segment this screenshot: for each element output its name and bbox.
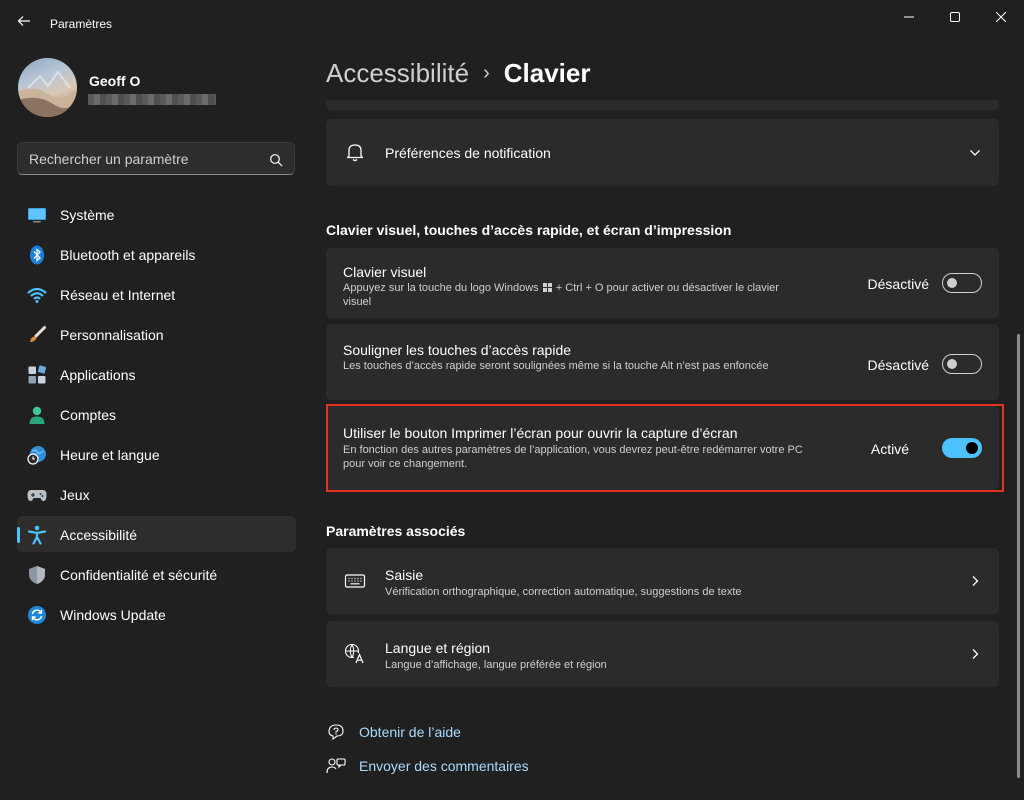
- sidebar-item-label: Réseau et Internet: [60, 287, 176, 303]
- related-title: Saisie: [385, 567, 424, 583]
- setting-imprimer-ecran: Utiliser le bouton Imprimer l’écran pour…: [326, 406, 999, 490]
- maximize-button[interactable]: [932, 6, 978, 28]
- related-description: Vérification orthographique, correction …: [385, 586, 742, 598]
- sidebar-item-label: Accessibilité: [60, 527, 138, 543]
- title-bar: Paramètres: [0, 0, 1024, 46]
- related-description: Langue d’affichage, langue préférée et r…: [385, 659, 607, 671]
- chevron-right-icon: [972, 649, 979, 659]
- sidebar-item-personnalisation[interactable]: Personnalisation: [17, 316, 296, 352]
- search-input[interactable]: [18, 143, 294, 174]
- sidebar-item-comptes[interactable]: Comptes: [17, 396, 296, 432]
- sidebar-item-accessibilite[interactable]: Accessibilité: [17, 516, 296, 552]
- sidebar-item-reseau[interactable]: Réseau et Internet: [17, 276, 296, 312]
- toggle-knob: [966, 442, 978, 454]
- globe-clock-icon: [27, 446, 46, 465]
- language-icon: [344, 643, 365, 664]
- setting-description: Les touches d’accès rapide seront soulig…: [343, 360, 769, 372]
- sidebar-item-label: Heure et langue: [60, 447, 160, 463]
- sidebar-item-label: Windows Update: [60, 607, 166, 623]
- sidebar-item-label: Jeux: [60, 487, 90, 503]
- setting-title: Souligner les touches d’accès rapide: [343, 342, 572, 358]
- breadcrumb: Accessibilité › Clavier: [326, 58, 590, 89]
- person-icon: [29, 406, 45, 424]
- toggle-knob: [947, 278, 957, 288]
- sidebar-item-systeme[interactable]: Système: [17, 196, 296, 232]
- chevron-right-icon: [972, 576, 979, 586]
- notification-preferences-card[interactable]: Préférences de notification: [326, 119, 999, 186]
- scrollbar[interactable]: [1017, 334, 1020, 778]
- apps-icon: [28, 365, 47, 384]
- profile-email-redacted: [88, 94, 216, 105]
- back-arrow-icon: [17, 16, 30, 26]
- sidebar-item-label: Système: [60, 207, 115, 223]
- clavier-visuel-toggle[interactable]: [942, 273, 982, 293]
- maximize-icon: [950, 12, 960, 22]
- sidebar-item-label: Applications: [60, 367, 136, 383]
- setting-description: Appuyez sur la touche du logo Windows + …: [343, 282, 779, 308]
- sidebar-item-heure-langue[interactable]: Heure et langue: [17, 436, 296, 472]
- related-saisie[interactable]: Saisie Vérification orthographique, corr…: [326, 548, 999, 614]
- sidebar-item-confidentialite[interactable]: Confidentialité et sécurité: [17, 556, 296, 592]
- avatar: [18, 58, 77, 117]
- paintbrush-icon: [30, 326, 46, 342]
- shield-icon: [29, 566, 45, 584]
- profile-name: Geoff O: [89, 73, 141, 89]
- breadcrumb-parent[interactable]: Accessibilité: [326, 58, 469, 88]
- help-link-label[interactable]: Obtenir de l’aide: [359, 724, 461, 740]
- sidebar-item-jeux[interactable]: Jeux: [17, 476, 296, 512]
- keyboard-icon: [344, 574, 366, 588]
- related-langue-region[interactable]: Langue et région Langue d’affichage, lan…: [326, 621, 999, 687]
- sidebar-nav: Système Bluetooth et appareils Réseau et…: [17, 196, 297, 636]
- search-icon[interactable]: [269, 153, 283, 167]
- feedback-link-label[interactable]: Envoyer des commentaires: [359, 758, 529, 774]
- app-title: Paramètres: [50, 17, 113, 31]
- setting-clavier-visuel: Clavier visuel Appuyez sur la touche du …: [326, 248, 999, 318]
- close-button[interactable]: [978, 6, 1024, 28]
- accessibility-icon: [27, 525, 47, 545]
- scrolled-card-edge: [326, 100, 999, 110]
- setting-title: Clavier visuel: [343, 264, 427, 280]
- help-icon: [328, 724, 344, 741]
- setting-title: Utiliser le bouton Imprimer l’écran pour…: [343, 425, 738, 441]
- sidebar-item-label: Confidentialité et sécurité: [60, 567, 218, 583]
- setting-description: En fonction des autres paramètres de l’a…: [343, 444, 803, 470]
- chevron-down-icon[interactable]: [968, 146, 982, 160]
- toggle-state-label: Désactivé: [867, 276, 929, 292]
- breadcrumb-separator: ›: [483, 62, 490, 84]
- bell-icon: [346, 144, 364, 162]
- toggle-state-label: Désactivé: [867, 357, 929, 373]
- sidebar-item-windows-update[interactable]: Windows Update: [17, 596, 296, 632]
- gamepad-icon: [27, 490, 47, 501]
- sidebar-item-applications[interactable]: Applications: [17, 356, 296, 392]
- search-box[interactable]: [17, 142, 295, 175]
- sidebar-item-bluetooth[interactable]: Bluetooth et appareils: [17, 236, 296, 272]
- back-button[interactable]: [14, 14, 34, 34]
- bluetooth-icon: [30, 245, 44, 265]
- minimize-button[interactable]: [886, 6, 932, 28]
- toggle-state-label: Activé: [870, 441, 909, 457]
- feedback-icon: [326, 758, 346, 774]
- update-icon: [28, 606, 46, 624]
- related-title: Langue et région: [385, 640, 491, 656]
- user-profile[interactable]: Geoff O: [18, 58, 298, 118]
- page-title: Clavier: [503, 58, 591, 88]
- sidebar-item-label: Personnalisation: [60, 327, 164, 343]
- wifi-icon: [27, 287, 47, 303]
- close-icon: [996, 12, 1006, 22]
- sidebar-item-label: Bluetooth et appareils: [60, 247, 196, 263]
- windows-logo-icon: [542, 283, 552, 292]
- setting-souligner-touches: Souligner les touches d’accès rapide Les…: [326, 324, 999, 400]
- toggle-knob: [947, 359, 957, 369]
- section-title-related: Paramètres associés: [326, 523, 466, 539]
- monitor-icon: [28, 208, 46, 223]
- souligner-touches-toggle[interactable]: [942, 354, 982, 374]
- minimize-icon: [904, 16, 914, 18]
- section-title-keyboard: Clavier visuel, touches d’accès rapide, …: [326, 222, 732, 238]
- notification-preferences-title: Préférences de notification: [385, 145, 551, 161]
- sidebar-item-label: Comptes: [60, 407, 117, 423]
- imprimer-ecran-toggle[interactable]: [942, 438, 982, 458]
